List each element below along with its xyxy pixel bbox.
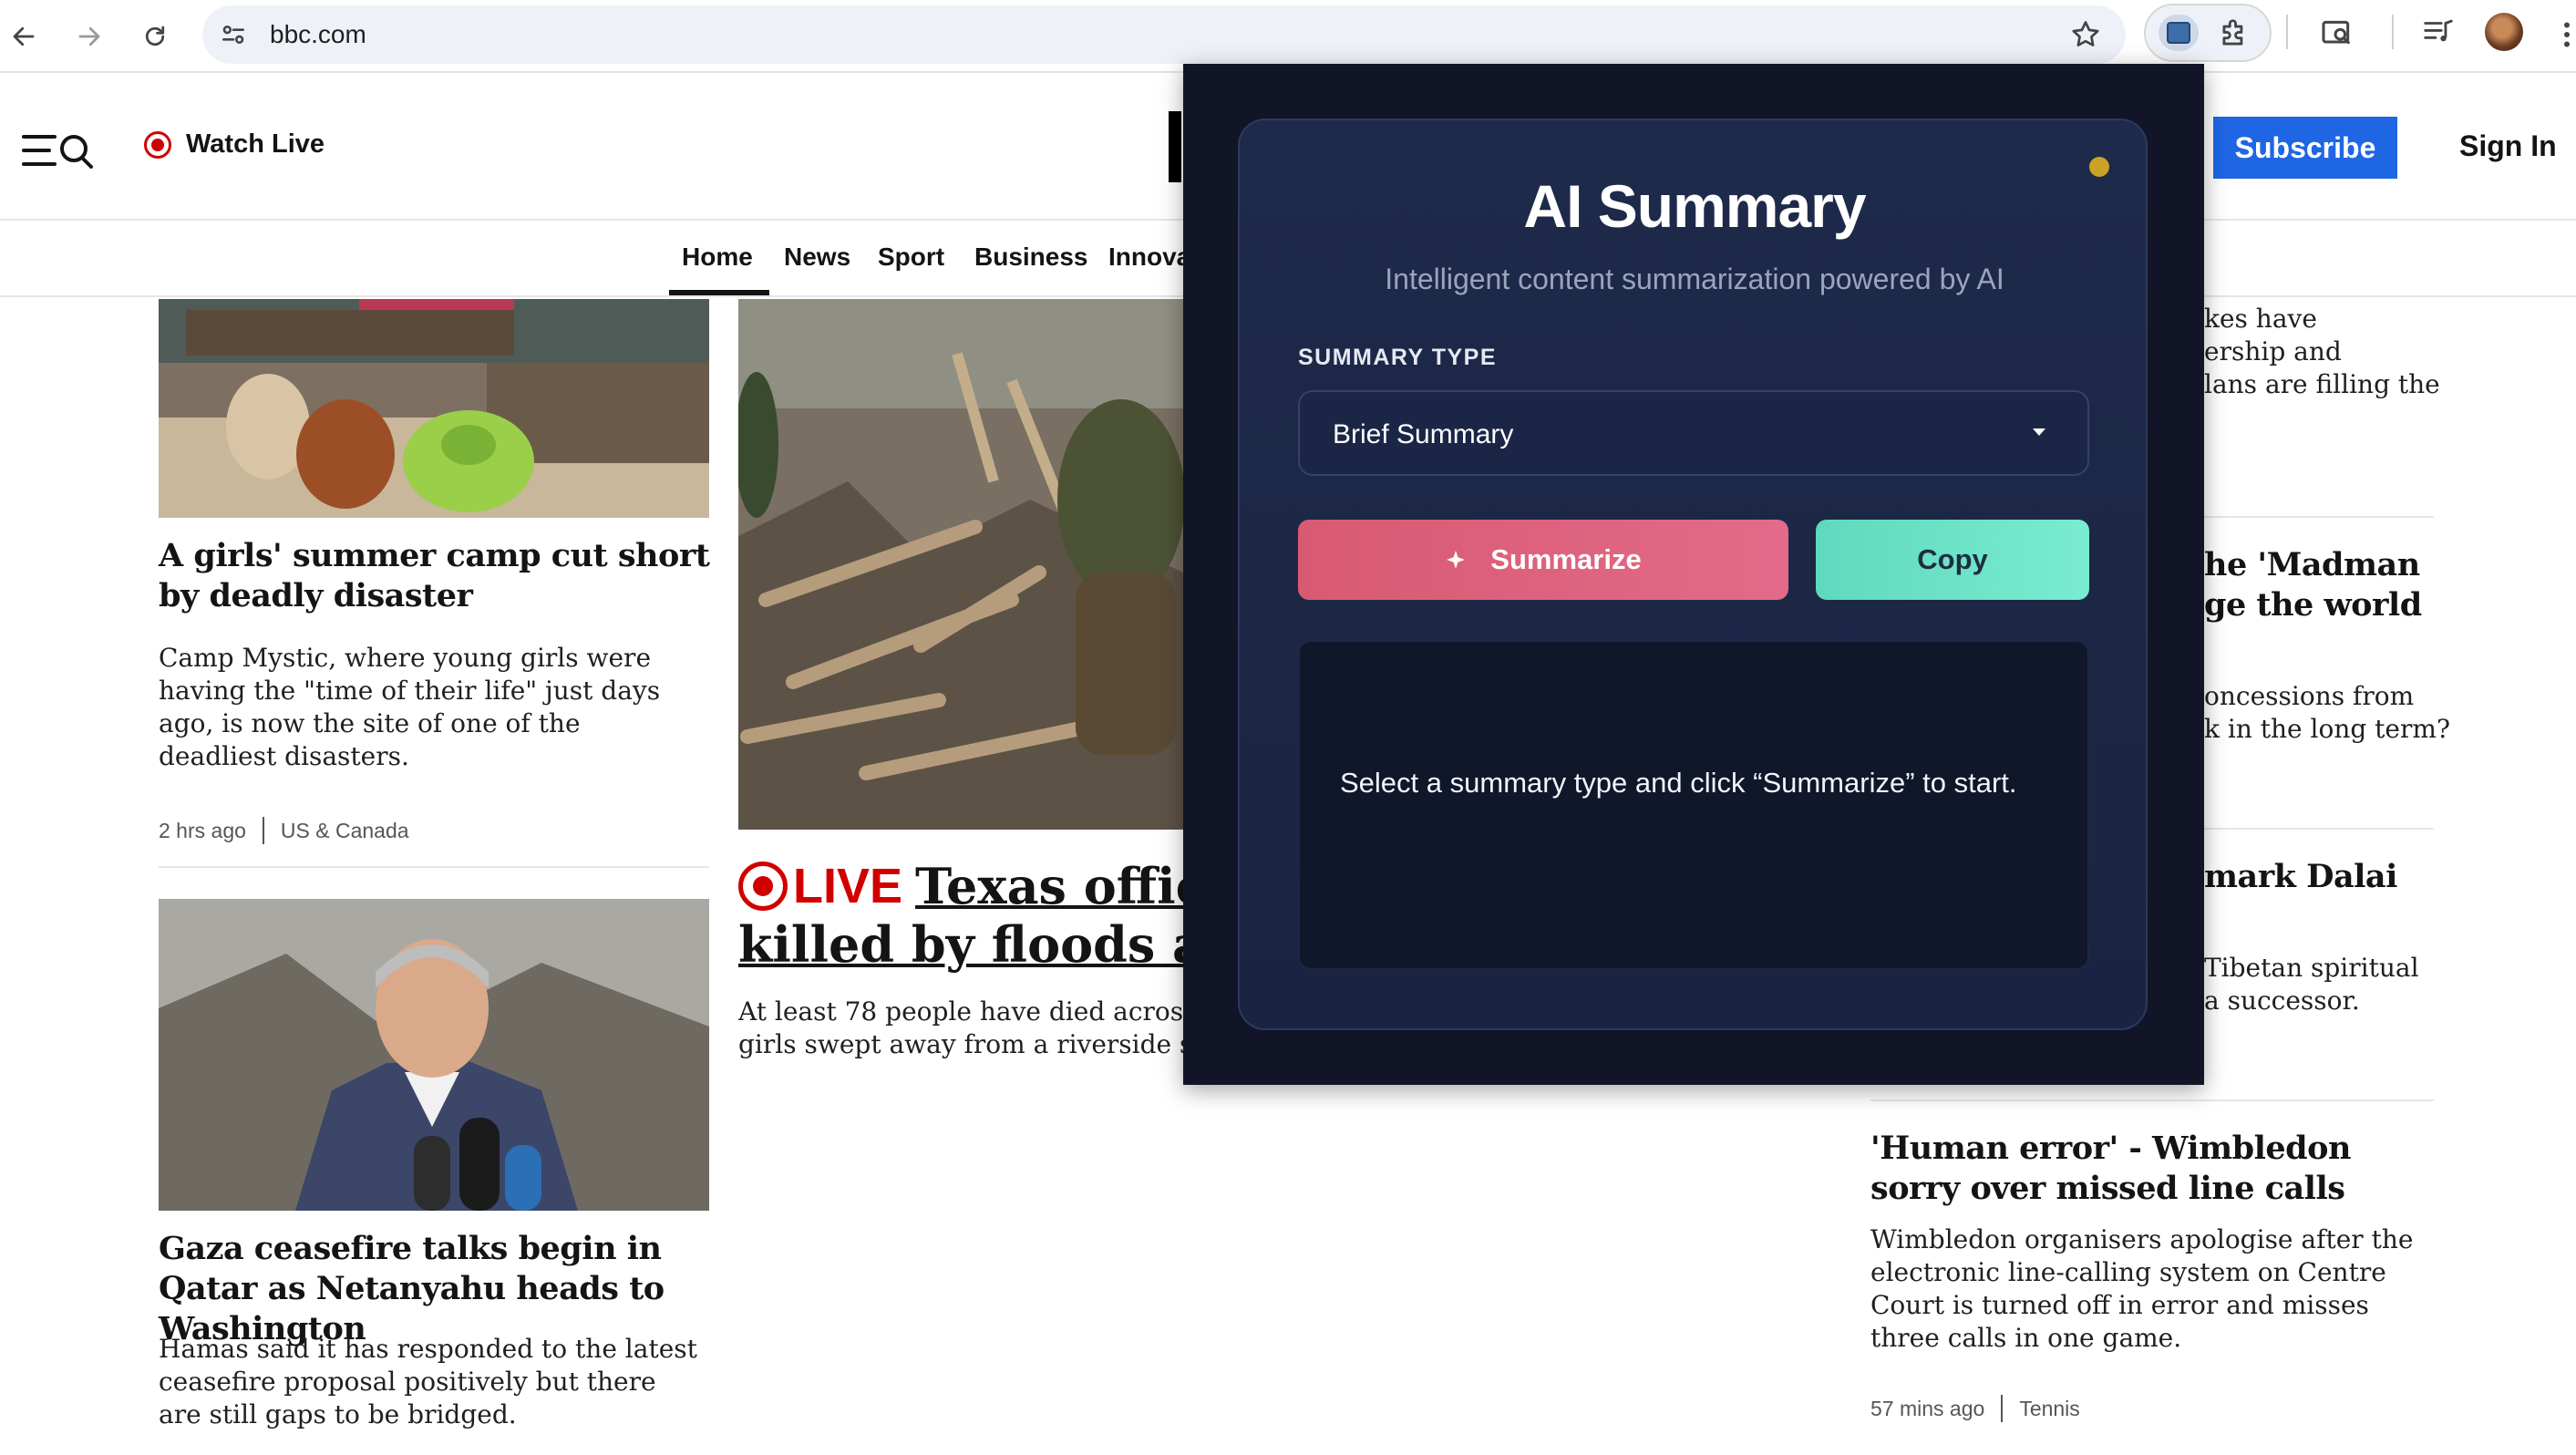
summary-output: Select a summary type and click “Summari… <box>1298 640 2089 970</box>
right-article-2-summary: oncessions from k in the long term? <box>2204 680 2450 746</box>
meta-separator <box>262 817 264 844</box>
nav-item-innovation[interactable]: Innova <box>1108 242 1190 272</box>
live-summary-line2: girls swept away from a riverside su <box>738 1029 1183 1059</box>
summary-card: AI Summary Intelligent content summariza… <box>1238 119 2148 1030</box>
address-bar[interactable]: bbc.com <box>202 5 2126 64</box>
output-placeholder: Select a summary type and click “Summari… <box>1340 767 2017 799</box>
extension-active-icon[interactable] <box>2159 15 2199 51</box>
live-headline[interactable]: LIVE Texas offic killed by floods as <box>738 857 1249 974</box>
camp-section[interactable]: US & Canada <box>281 819 409 843</box>
gaza-summary: Hamas said it has responded to the lates… <box>159 1334 697 1429</box>
live-record-icon <box>738 862 788 911</box>
puzzle-extensions-icon[interactable] <box>2217 16 2251 56</box>
summary-type-select[interactable]: Brief Summary <box>1298 390 2089 476</box>
browser-toolbar: bbc.com <box>0 0 2576 73</box>
watch-live-link[interactable]: Watch Live <box>144 129 325 160</box>
extension-popup: AI Summary Intelligent content summariza… <box>1183 64 2204 1085</box>
fragment-text: ership and <box>2204 336 2342 366</box>
live-summary-line1: At least 78 people have died across f <box>738 996 1183 1027</box>
fragment-text[interactable]: ge the world <box>2204 585 2422 625</box>
flood-photo[interactable] <box>738 299 1183 830</box>
bbc-logo[interactable] <box>1169 111 1181 182</box>
watch-live-label: Watch Live <box>186 129 325 159</box>
toolbar-separator <box>2286 15 2288 49</box>
sparkle-icon <box>1447 551 1466 569</box>
subscribe-button[interactable]: Subscribe <box>2213 117 2397 179</box>
site-settings-icon[interactable] <box>219 20 248 54</box>
menu-search-icon[interactable] <box>22 131 97 174</box>
tab-search-icon[interactable] <box>2319 15 2355 56</box>
fragment-text: a successor. <box>2204 985 2360 1016</box>
sign-in-link[interactable]: Sign In <box>2459 129 2557 163</box>
url-text[interactable]: bbc.com <box>270 20 366 49</box>
toolbar-separator <box>2392 15 2394 49</box>
meta-separator <box>2001 1395 2004 1422</box>
camp-meta: 2 hrs ago US & Canada <box>159 817 409 844</box>
summary-type-label: SUMMARY TYPE <box>1298 345 1498 370</box>
live-tag: LIVE <box>793 859 903 913</box>
right-article-3-summary: Tibetan spiritual a successor. <box>2204 952 2419 1017</box>
reload-icon[interactable] <box>131 13 179 60</box>
live-record-icon <box>144 130 171 159</box>
fragment-text: k in the long term? <box>2204 714 2450 744</box>
popup-subtitle: Intelligent content summarization powere… <box>1385 263 2004 295</box>
more-menu-icon[interactable] <box>2561 18 2572 56</box>
wimbledon-time: 57 mins ago <box>1870 1396 1985 1420</box>
wimbledon-section[interactable]: Tennis <box>2019 1397 2079 1421</box>
media-controls-icon[interactable] <box>2421 15 2456 54</box>
bookmark-star-icon[interactable] <box>2069 18 2102 56</box>
right-article-1-summary: kes have ership and lans are filling the <box>2204 303 2440 401</box>
back-arrow-icon[interactable] <box>0 13 47 60</box>
copy-label: Copy <box>1917 543 1988 575</box>
forward-arrow-icon[interactable] <box>66 13 113 60</box>
nav-item-news[interactable]: News <box>784 242 850 272</box>
wimbledon-meta: 57 mins ago Tennis <box>1870 1395 2080 1422</box>
camp-photo[interactable] <box>159 299 709 518</box>
nav-item-sport[interactable]: Sport <box>878 242 944 272</box>
extension-pill <box>2144 4 2272 62</box>
wimbledon-headline[interactable]: 'Human error' - Wimbledon sorry over mis… <box>1870 1129 2436 1209</box>
live-summary: At least 78 people have died across f gi… <box>738 996 1183 1061</box>
live-title-line2[interactable]: killed by floods as <box>738 915 1231 974</box>
nav-active-indicator <box>669 290 769 295</box>
camp-time: 2 hrs ago <box>159 818 246 842</box>
camp-headline[interactable]: A girls' summer camp cut short by deadly… <box>159 536 715 616</box>
nav-item-home[interactable]: Home <box>682 242 753 272</box>
copy-button[interactable]: Copy <box>1816 520 2089 600</box>
profile-avatar[interactable] <box>2485 13 2523 51</box>
nav-item-business[interactable]: Business <box>974 242 1088 272</box>
summarize-button[interactable]: Summarize <box>1298 520 1788 600</box>
camp-summary: Camp Mystic, where young girls were havi… <box>159 643 661 771</box>
popup-title: AI Summary <box>1523 172 1866 240</box>
chevron-down-icon[interactable] <box>2033 428 2045 436</box>
fragment-text: oncessions from <box>2204 681 2415 711</box>
divider <box>159 866 709 868</box>
gaza-headline[interactable]: Gaza ceasefire talks begin in Qatar as N… <box>159 1229 724 1349</box>
wimbledon-summary: Wimbledon organisers apologise after the… <box>1870 1224 2414 1353</box>
summary-type-value[interactable]: Brief Summary <box>1333 419 1513 450</box>
live-title-line1[interactable]: Texas offic <box>915 857 1205 915</box>
summarize-label: Summarize <box>1490 543 1642 575</box>
right-article-3-headline[interactable]: mark Dalai <box>2204 857 2397 897</box>
netanyahu-photo[interactable] <box>159 899 709 1211</box>
divider <box>1870 1099 2434 1101</box>
fragment-text[interactable]: he 'Madman <box>2204 545 2422 585</box>
right-article-2-headline[interactable]: he 'Madman ge the world <box>2204 545 2422 625</box>
fragment-text: kes have <box>2204 304 2317 334</box>
fragment-text: Tibetan spiritual <box>2204 953 2419 983</box>
fragment-text: lans are filling the <box>2204 369 2440 399</box>
